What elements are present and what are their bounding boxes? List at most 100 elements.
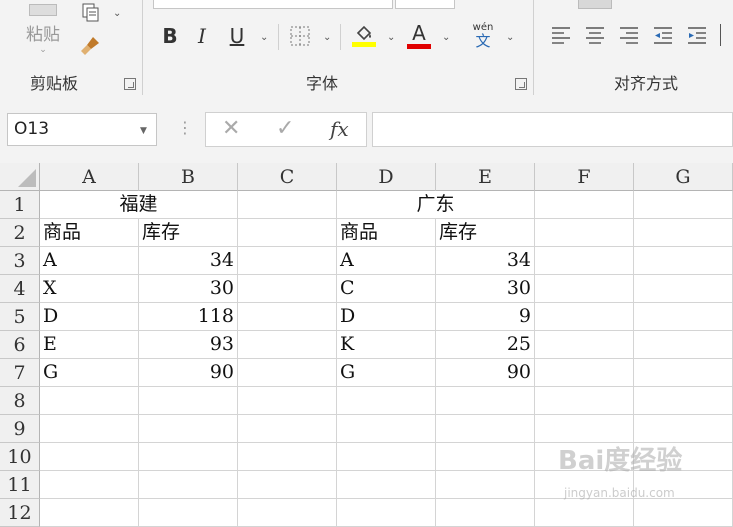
underline-button[interactable]: U <box>225 22 249 50</box>
cell[interactable] <box>139 443 238 471</box>
row-header-11[interactable]: 11 <box>0 471 40 499</box>
clipboard-dialog-launcher[interactable] <box>124 78 136 90</box>
italic-button[interactable]: I <box>190 22 214 50</box>
cell[interactable] <box>535 191 634 219</box>
column-header-d[interactable]: D <box>337 163 436 191</box>
cell[interactable] <box>634 275 733 303</box>
guangdong-product-cell[interactable]: A <box>337 247 436 275</box>
fujian-product-cell[interactable]: G <box>40 359 139 387</box>
cell[interactable] <box>634 359 733 387</box>
cell[interactable] <box>634 331 733 359</box>
copy-dropdown-icon[interactable]: ⌄ <box>113 8 121 19</box>
fujian-stock-cell[interactable]: 34 <box>139 247 238 275</box>
paste-button[interactable]: 粘贴 ⌄ <box>18 0 68 58</box>
phonetic-guide-button[interactable]: wén 文 <box>468 20 498 52</box>
wrap-text-button[interactable] <box>720 24 733 46</box>
cell[interactable] <box>238 191 337 219</box>
cell[interactable] <box>238 471 337 499</box>
fujian-product-cell[interactable]: A <box>40 247 139 275</box>
cell[interactable] <box>436 499 535 527</box>
fujian-stock-cell[interactable]: 118 <box>139 303 238 331</box>
cell[interactable] <box>535 331 634 359</box>
underline-dropdown-icon[interactable]: ⌄ <box>260 32 268 43</box>
insert-function-button[interactable]: fx <box>330 117 349 141</box>
cell[interactable] <box>337 471 436 499</box>
cancel-icon[interactable]: ✕ <box>222 116 240 141</box>
cell[interactable] <box>337 415 436 443</box>
formula-input[interactable] <box>372 112 733 147</box>
cell[interactable] <box>535 387 634 415</box>
fujian-product-cell[interactable]: X <box>40 275 139 303</box>
fujian-stock-cell[interactable]: 30 <box>139 275 238 303</box>
align-right-button[interactable] <box>618 24 640 46</box>
fujian-header-product[interactable]: 商品 <box>40 219 139 247</box>
cell[interactable] <box>238 275 337 303</box>
column-header-b[interactable]: B <box>139 163 238 191</box>
cell[interactable] <box>337 499 436 527</box>
cell[interactable] <box>139 415 238 443</box>
column-header-e[interactable]: E <box>436 163 535 191</box>
cell[interactable] <box>40 471 139 499</box>
align-left-button[interactable] <box>550 24 572 46</box>
guangdong-product-cell[interactable]: K <box>337 331 436 359</box>
cell[interactable] <box>436 415 535 443</box>
cell[interactable] <box>634 415 733 443</box>
enter-icon[interactable]: ✓ <box>276 116 294 141</box>
cell[interactable] <box>40 499 139 527</box>
fujian-header-stock[interactable]: 库存 <box>139 219 238 247</box>
cell[interactable] <box>139 471 238 499</box>
guangdong-stock-cell[interactable]: 34 <box>436 247 535 275</box>
guangdong-product-cell[interactable]: C <box>337 275 436 303</box>
cell[interactable] <box>238 247 337 275</box>
fujian-product-cell[interactable]: D <box>40 303 139 331</box>
font-color-dropdown-icon[interactable]: ⌄ <box>442 32 450 43</box>
orientation-button[interactable] <box>578 0 612 9</box>
fill-color-button[interactable] <box>350 20 378 50</box>
cell[interactable] <box>436 443 535 471</box>
cell[interactable] <box>40 443 139 471</box>
phonetic-dropdown-icon[interactable]: ⌄ <box>506 32 514 43</box>
guangdong-header-product[interactable]: 商品 <box>337 219 436 247</box>
cell[interactable] <box>535 219 634 247</box>
cell[interactable] <box>634 303 733 331</box>
select-all-button[interactable] <box>0 163 40 191</box>
guangdong-stock-cell[interactable]: 30 <box>436 275 535 303</box>
decrease-indent-button[interactable] <box>652 24 674 46</box>
column-header-c[interactable]: C <box>238 163 337 191</box>
cell[interactable] <box>535 499 634 527</box>
font-dialog-launcher[interactable] <box>515 78 527 90</box>
cell[interactable] <box>535 303 634 331</box>
cell[interactable] <box>238 443 337 471</box>
cell[interactable] <box>40 387 139 415</box>
guangdong-header-stock[interactable]: 库存 <box>436 219 535 247</box>
row-header-12[interactable]: 12 <box>0 499 40 527</box>
cell[interactable] <box>535 359 634 387</box>
increase-indent-button[interactable] <box>686 24 708 46</box>
align-center-button[interactable] <box>584 24 606 46</box>
column-header-g[interactable]: G <box>634 163 733 191</box>
bold-button[interactable]: B <box>158 22 182 50</box>
row-header-1[interactable]: 1 <box>0 191 40 219</box>
cell[interactable] <box>238 359 337 387</box>
cell[interactable] <box>238 387 337 415</box>
cell[interactable] <box>634 219 733 247</box>
guangdong-product-cell[interactable]: G <box>337 359 436 387</box>
cell[interactable] <box>634 191 733 219</box>
guangdong-stock-cell[interactable]: 25 <box>436 331 535 359</box>
cell[interactable] <box>40 415 139 443</box>
row-header-2[interactable]: 2 <box>0 219 40 247</box>
row-header-6[interactable]: 6 <box>0 331 40 359</box>
column-header-f[interactable]: F <box>535 163 634 191</box>
cell[interactable] <box>238 415 337 443</box>
cell[interactable] <box>535 415 634 443</box>
guangdong-product-cell[interactable]: D <box>337 303 436 331</box>
cell[interactable] <box>634 247 733 275</box>
font-color-button[interactable]: A <box>405 20 433 50</box>
cell[interactable] <box>634 387 733 415</box>
row-header-10[interactable]: 10 <box>0 443 40 471</box>
format-painter-button[interactable] <box>78 34 102 58</box>
cell[interactable] <box>337 387 436 415</box>
cell[interactable] <box>436 387 535 415</box>
cell[interactable] <box>436 471 535 499</box>
cell[interactable] <box>634 499 733 527</box>
